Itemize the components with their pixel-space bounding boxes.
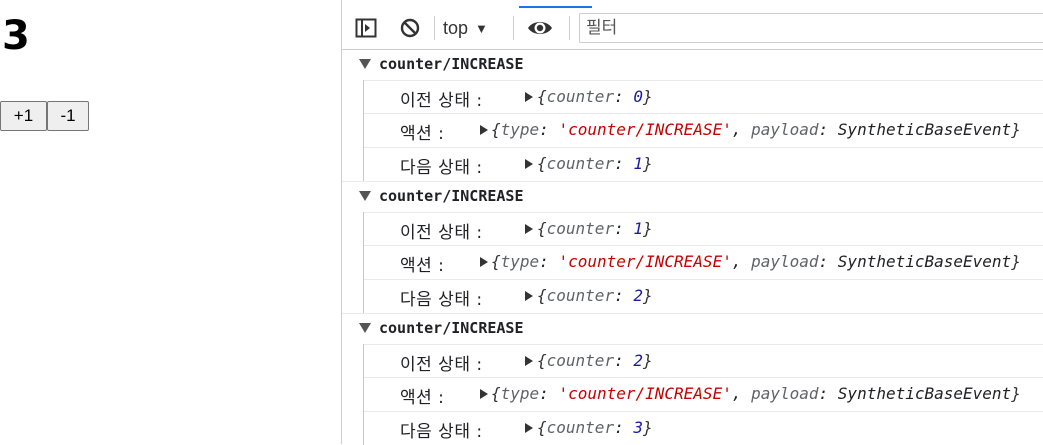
row-label: 이전 상태 : [400,91,483,111]
console-toolbar: top ▼ [342,0,1043,50]
log-row-next-state: 다음 상태 : {counter: 3} [364,411,1043,443]
row-label: 액션 : [400,256,445,276]
row-label: 이전 상태 : [400,355,483,375]
log-group: counter/INCREASE 이전 상태 : {counter: 2} 액션… [342,313,1043,445]
context-selector[interactable]: top ▼ [443,16,488,40]
log-group-header[interactable]: counter/INCREASE [342,50,1043,80]
collapse-arrow-icon[interactable] [359,323,371,333]
log-group: counter/INCREASE 이전 상태 : {counter: 0} 액션… [342,50,1043,181]
log-row-next-state: 다음 상태 : {counter: 2} [364,279,1043,311]
console-log-list: counter/INCREASE 이전 상태 : {counter: 0} 액션… [342,50,1043,445]
row-label: 이전 상태 : [400,223,483,243]
row-label: 액션 : [400,124,445,144]
log-row-prev-state: 이전 상태 : {counter: 1} [364,212,1043,244]
object-preview[interactable]: {counter: 2} [537,351,653,370]
object-preview[interactable]: {counter: 1} [537,154,653,173]
clear-console-icon[interactable] [399,17,421,39]
row-label: 액션 : [400,388,445,408]
log-group-header[interactable]: counter/INCREASE [342,314,1043,344]
row-label: 다음 상태 : [400,158,483,178]
log-row-prev-state: 이전 상태 : {counter: 2} [364,344,1043,376]
counter-value: 3 [2,13,30,59]
expand-object-icon[interactable] [525,92,533,102]
collapse-arrow-icon[interactable] [359,191,371,201]
log-group-header[interactable]: counter/INCREASE [342,182,1043,212]
expand-object-icon[interactable] [480,125,488,135]
object-preview[interactable]: {counter: 1} [537,219,653,238]
expand-object-icon[interactable] [525,423,533,433]
log-group-title: counter/INCREASE [379,187,524,205]
devtools-console-panel: top ▼ counter/INCREASE 이전 상태 : {counter:… [341,0,1043,445]
toolbar-divider [569,16,570,40]
row-label: 다음 상태 : [400,290,483,310]
collapse-arrow-icon[interactable] [359,59,371,69]
log-row-action: 액션 : {type: 'counter/INCREASE', payload:… [364,377,1043,409]
increment-button[interactable]: +1 [0,101,47,131]
expand-object-icon[interactable] [480,257,488,267]
log-row-action: 액션 : {type: 'counter/INCREASE', payload:… [364,245,1043,277]
dropdown-arrow-icon: ▼ [475,20,488,36]
object-preview[interactable]: {counter: 3} [537,418,653,437]
sidebar-toggle-icon[interactable] [355,17,377,39]
log-group-title: counter/INCREASE [379,319,524,337]
expand-object-icon[interactable] [525,224,533,234]
expand-object-icon[interactable] [525,159,533,169]
log-row-prev-state: 이전 상태 : {counter: 0} [364,80,1043,112]
log-row-action: 액션 : {type: 'counter/INCREASE', payload:… [364,113,1043,145]
object-preview[interactable]: {type: 'counter/INCREASE', payload: Synt… [491,384,1021,403]
expand-object-icon[interactable] [525,291,533,301]
decrement-button[interactable]: -1 [47,101,89,131]
log-row-next-state: 다음 상태 : {counter: 1} [364,147,1043,179]
active-tab-indicator [519,6,592,8]
log-group: counter/INCREASE 이전 상태 : {counter: 1} 액션… [342,181,1043,313]
filter-input[interactable] [579,13,1043,43]
row-label: 다음 상태 : [400,422,483,442]
object-preview[interactable]: {counter: 2} [537,286,653,305]
object-preview[interactable]: {type: 'counter/INCREASE', payload: Synt… [491,252,1021,271]
expand-object-icon[interactable] [480,389,488,399]
object-preview[interactable]: {counter: 0} [537,87,653,106]
toolbar-divider [513,16,514,40]
counter-app: 3 +1 -1 [0,0,341,444]
expand-object-icon[interactable] [525,356,533,366]
log-group-title: counter/INCREASE [379,55,524,73]
context-selector-label: top [443,17,469,38]
toolbar-divider [434,16,435,40]
object-preview[interactable]: {type: 'counter/INCREASE', payload: Synt… [491,120,1021,139]
live-expression-eye-icon[interactable] [526,16,554,40]
